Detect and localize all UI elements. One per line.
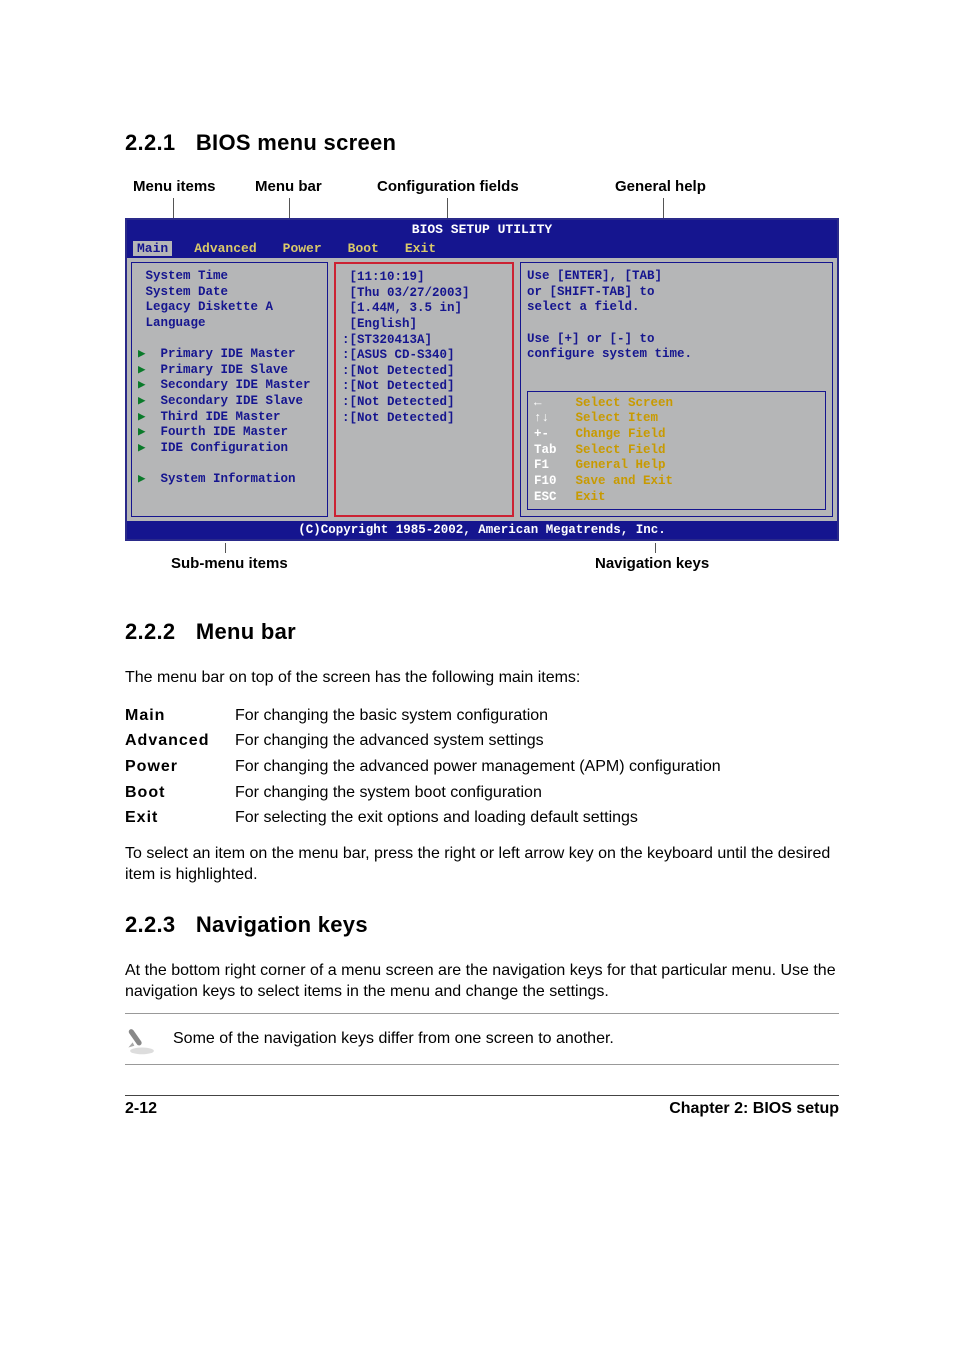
bios-left-panel: System Time System Date Legacy Diskette … bbox=[131, 262, 328, 517]
callout-config-fields: Configuration fields bbox=[377, 178, 519, 195]
bios-menu-item[interactable]: ▶ Primary IDE Slave bbox=[138, 363, 321, 379]
definition-desc: For changing the advanced system setting… bbox=[235, 728, 721, 754]
bios-menu-item[interactable]: Legacy Diskette A bbox=[138, 300, 321, 316]
submenu-arrow-icon: ▶ bbox=[138, 363, 146, 377]
definition-row: AdvancedFor changing the advanced system… bbox=[125, 728, 721, 754]
submenu-arrow-icon: ▶ bbox=[138, 441, 146, 455]
bios-menu-item[interactable] bbox=[138, 457, 321, 473]
submenu-arrow-icon: ▶ bbox=[138, 394, 146, 408]
bios-menu-item[interactable]: ▶ Fourth IDE Master bbox=[138, 425, 321, 441]
bios-config-value[interactable]: :[ST320413A] bbox=[342, 333, 506, 349]
callout-navigation-keys: Navigation keys bbox=[595, 555, 709, 572]
bios-nav-key: +- Change Field bbox=[534, 427, 819, 443]
bios-tab-main[interactable]: Main bbox=[133, 241, 172, 256]
submenu-arrow-icon: ▶ bbox=[138, 410, 146, 424]
note-text: Some of the navigation keys differ from … bbox=[173, 1030, 614, 1048]
bios-help-line: select a field. bbox=[527, 300, 826, 316]
bios-nav-key: F10 Save and Exit bbox=[534, 474, 819, 490]
bios-help-panel: Use [ENTER], [TAB]or [SHIFT-TAB] toselec… bbox=[520, 262, 833, 517]
menu-bar-definitions: MainFor changing the basic system config… bbox=[125, 703, 721, 831]
callout-menu-bar: Menu bar bbox=[255, 178, 322, 195]
bios-menu-item[interactable] bbox=[138, 332, 321, 348]
page-footer: 2-12 Chapter 2: BIOS setup bbox=[125, 1095, 839, 1118]
definition-desc: For changing the system boot configurati… bbox=[235, 780, 721, 806]
bios-config-value[interactable]: [1.44M, 3.5 in] bbox=[342, 301, 506, 317]
bios-config-value[interactable]: [Thu 03/27/2003] bbox=[342, 286, 506, 302]
callout-general-help: General help bbox=[615, 178, 706, 195]
page-number: 2-12 bbox=[125, 1100, 157, 1118]
bios-tab-advanced[interactable]: Advanced bbox=[190, 241, 260, 256]
submenu-arrow-icon: ▶ bbox=[138, 425, 146, 439]
bios-nav-key: ↑↓ Select Item bbox=[534, 411, 819, 427]
bios-config-value[interactable]: :[Not Detected] bbox=[342, 379, 506, 395]
section-2-2-1-heading: 2.2.1 BIOS menu screen bbox=[125, 130, 839, 156]
section-2-2-3-para: At the bottom right corner of a menu scr… bbox=[125, 960, 839, 1003]
bios-menu-item[interactable]: ▶ System Information bbox=[138, 472, 321, 488]
definition-row: BootFor changing the system boot configu… bbox=[125, 780, 721, 806]
bios-menu-item[interactable]: Language bbox=[138, 316, 321, 332]
bios-copyright: (C)Copyright 1985-2002, American Megatre… bbox=[127, 521, 837, 539]
section-2-2-2-para: To select an item on the menu bar, press… bbox=[125, 843, 839, 886]
bios-menu-item[interactable]: ▶ Third IDE Master bbox=[138, 410, 321, 426]
bios-config-panel: [11:10:19] [Thu 03/27/2003] [1.44M, 3.5 … bbox=[334, 262, 514, 517]
bios-config-value[interactable]: :[Not Detected] bbox=[342, 395, 506, 411]
submenu-arrow-icon: ▶ bbox=[138, 378, 146, 392]
bios-menu-item[interactable]: ▶ IDE Configuration bbox=[138, 441, 321, 457]
bios-screenshot: BIOS SETUP UTILITY Main Advanced Power B… bbox=[125, 218, 839, 541]
section-2-2-2-intro: The menu bar on top of the screen has th… bbox=[125, 667, 839, 689]
bottom-callout-row: Sub-menu items Navigation keys bbox=[125, 547, 839, 575]
bios-menu-item[interactable]: ▶ Secondary IDE Slave bbox=[138, 394, 321, 410]
bios-nav-keys-box: ← Select Screen↑↓ Select Item+- Change F… bbox=[527, 391, 826, 510]
bios-help-line: or [SHIFT-TAB] to bbox=[527, 285, 826, 301]
definition-row: ExitFor selecting the exit options and l… bbox=[125, 805, 721, 831]
note-row: Some of the navigation keys differ from … bbox=[125, 1013, 839, 1065]
bios-tab-exit[interactable]: Exit bbox=[401, 241, 440, 256]
submenu-arrow-icon: ▶ bbox=[138, 347, 146, 361]
definition-term: Main bbox=[125, 703, 235, 729]
top-callout-row: Menu items Menu bar Configuration fields… bbox=[125, 178, 839, 218]
bios-config-value[interactable]: :[Not Detected] bbox=[342, 364, 506, 380]
bios-nav-key: ESC Exit bbox=[534, 490, 819, 506]
bios-menu-item[interactable]: ▶ Primary IDE Master bbox=[138, 347, 321, 363]
pencil-icon bbox=[125, 1022, 159, 1056]
submenu-arrow-icon: ▶ bbox=[138, 472, 146, 486]
chapter-label: Chapter 2: BIOS setup bbox=[669, 1100, 839, 1118]
definition-term: Advanced bbox=[125, 728, 235, 754]
bios-config-value[interactable]: :[Not Detected] bbox=[342, 411, 506, 427]
bios-nav-key: F1 General Help bbox=[534, 458, 819, 474]
bios-tab-boot[interactable]: Boot bbox=[344, 241, 383, 256]
bios-help-line bbox=[527, 316, 826, 332]
definition-row: PowerFor changing the advanced power man… bbox=[125, 754, 721, 780]
bios-nav-key: ← Select Screen bbox=[534, 396, 819, 412]
definition-term: Boot bbox=[125, 780, 235, 806]
bios-help-line: Use [ENTER], [TAB] bbox=[527, 269, 826, 285]
definition-term: Power bbox=[125, 754, 235, 780]
definition-desc: For changing the basic system configurat… bbox=[235, 703, 721, 729]
bios-config-value[interactable]: :[ASUS CD-S340] bbox=[342, 348, 506, 364]
bios-menubar: Main Advanced Power Boot Exit bbox=[127, 239, 837, 258]
bios-nav-key: Tab Select Field bbox=[534, 443, 819, 459]
bios-config-value[interactable]: [English] bbox=[342, 317, 506, 333]
callout-menu-items: Menu items bbox=[133, 178, 216, 195]
definition-row: MainFor changing the basic system config… bbox=[125, 703, 721, 729]
bios-menu-item[interactable]: System Date bbox=[138, 285, 321, 301]
bios-menu-item[interactable]: ▶ Secondary IDE Master bbox=[138, 378, 321, 394]
bios-title: BIOS SETUP UTILITY bbox=[127, 220, 837, 239]
section-2-2-3-heading: 2.2.3 Navigation keys bbox=[125, 912, 839, 938]
definition-desc: For changing the advanced power manageme… bbox=[235, 754, 721, 780]
section-2-2-2-heading: 2.2.2 Menu bar bbox=[125, 619, 839, 645]
bios-menu-item[interactable]: System Time bbox=[138, 269, 321, 285]
callout-submenu-items: Sub-menu items bbox=[171, 555, 288, 572]
definition-desc: For selecting the exit options and loadi… bbox=[235, 805, 721, 831]
bios-help-line: configure system time. bbox=[527, 347, 826, 363]
bios-tab-power[interactable]: Power bbox=[279, 241, 326, 256]
bios-config-value[interactable]: [11:10:19] bbox=[342, 270, 506, 286]
definition-term: Exit bbox=[125, 805, 235, 831]
bios-help-line: Use [+] or [-] to bbox=[527, 332, 826, 348]
